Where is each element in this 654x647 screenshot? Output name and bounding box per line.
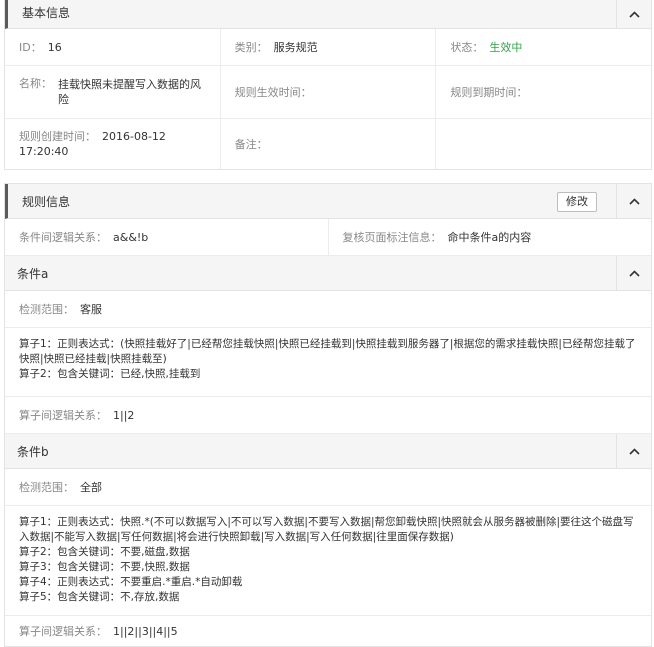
id-label: ID： xyxy=(19,41,42,54)
rule-info-title: 规则信息 xyxy=(22,195,71,209)
collapse-condition-a-button[interactable] xyxy=(616,256,651,290)
condition-b-scope-label: 检测范围： xyxy=(19,481,74,494)
condition-a-title: 条件a xyxy=(17,267,49,281)
category-value: 服务规范 xyxy=(273,41,318,54)
rule-row: 条件间逻辑关系： a&&!b 复核页面标注信息： 命中条件a的内容 xyxy=(5,219,651,256)
category-label: 类别： xyxy=(234,41,268,54)
condition-b-title: 条件b xyxy=(17,445,49,459)
operator-line: 算子2：包含关键词：已经,快照,挂载到 xyxy=(19,368,201,380)
status-badge: 生效中 xyxy=(489,41,523,54)
condition-a-header: 条件a xyxy=(5,256,651,291)
basic-info-panel: 基本信息 ID： 16 类别： 服务规范 状态： 生效中 名称： 挂载快照未提醒写入数据… xyxy=(4,0,652,170)
id-value: 16 xyxy=(47,40,62,54)
basic-info-header: 基本信息 xyxy=(5,0,651,29)
condition-b-operators: 算子1：正则表达式：快照.*(不可以数据写入|不可以写入数据|不要写入数据|帮您… xyxy=(5,506,651,616)
collapse-condition-b-button[interactable] xyxy=(616,434,651,468)
review-mark-value: 命中条件a的内容 xyxy=(447,231,532,244)
condition-a-scope-row: 检测范围： 客服 xyxy=(5,291,651,328)
operator-line: 算子2：包含关键词：不要,磁盘,数据 xyxy=(19,546,190,558)
chevron-up-icon xyxy=(628,447,640,455)
condition-a-scope-value: 客服 xyxy=(80,303,102,316)
rule-info-header: 规则信息 修改 xyxy=(5,184,651,219)
condition-a-op-logic-label: 算子间逻辑关系： xyxy=(19,409,107,422)
name-label: 名称： xyxy=(19,77,52,90)
condition-a-logic-row: 算子间逻辑关系： 1||2 xyxy=(5,397,651,434)
condition-b-logic-row: 算子间逻辑关系： 1||2||3||4||5 xyxy=(5,616,651,646)
condition-b-op-logic-value: 1||2||3||4||5 xyxy=(113,624,178,638)
chevron-up-icon xyxy=(628,10,640,18)
collapse-basic-info-button[interactable] xyxy=(616,0,651,28)
effective-time-label: 规则生效时间： xyxy=(234,86,312,99)
review-mark-label: 复核页面标注信息： xyxy=(342,231,442,244)
condition-a-scope-label: 检测范围： xyxy=(19,303,74,316)
operator-line: 算子1：正则表达式：(快照挂载好了|已经帮您挂载快照|快照已经挂载到|快照挂载到… xyxy=(19,338,636,365)
basic-row-2: 名称： 挂载快照未提醒写入数据的风险 规则生效时间： 规则到期时间： xyxy=(5,66,651,119)
name-value: 挂载快照未提醒写入数据的风险 xyxy=(58,78,201,106)
basic-row-3: 规则创建时间： 2016-08-12 17:20:40 备注： xyxy=(5,119,651,169)
operator-line: 算子1：正则表达式：快照.*(不可以数据写入|不可以写入数据|不要写入数据|帮您… xyxy=(19,516,634,543)
expire-time-label: 规则到期时间： xyxy=(450,86,528,99)
condition-a-operators: 算子1：正则表达式：(快照挂载好了|已经帮您挂载快照|快照已经挂载到|快照挂载到… xyxy=(5,328,651,397)
chevron-up-icon xyxy=(628,197,640,205)
operator-line: 算子3：包含关键词：不要,快照,数据 xyxy=(19,561,190,573)
condition-logic-label: 条件间逻辑关系： xyxy=(19,231,107,244)
created-time-label: 规则创建时间： xyxy=(19,130,96,143)
remark-label: 备注： xyxy=(234,138,268,151)
condition-b-header: 条件b xyxy=(5,434,651,469)
basic-info-title: 基本信息 xyxy=(22,6,71,20)
operator-line: 算子4：正则表达式：不要重启.*重启.*自动卸载 xyxy=(19,576,243,588)
condition-b-op-logic-label: 算子间逻辑关系： xyxy=(19,625,107,638)
edit-button[interactable]: 修改 xyxy=(557,192,597,212)
condition-b-scope-row: 检测范围： 全部 xyxy=(5,469,651,506)
condition-b-scope-value: 全部 xyxy=(80,481,102,494)
chevron-up-icon xyxy=(628,269,640,277)
basic-row-1: ID： 16 类别： 服务规范 状态： 生效中 xyxy=(5,29,651,66)
rule-info-panel: 规则信息 修改 条件间逻辑关系： a&&!b 复核页面标注信息： 命中条件a的内容 … xyxy=(4,183,652,647)
operator-line: 算子5：包含关键词：不,存放,数据 xyxy=(19,591,180,603)
condition-a-op-logic-value: 1||2 xyxy=(113,408,135,422)
condition-logic-value: a&&!b xyxy=(113,230,149,244)
status-label: 状态： xyxy=(450,41,484,54)
collapse-rule-info-button[interactable] xyxy=(616,184,651,218)
